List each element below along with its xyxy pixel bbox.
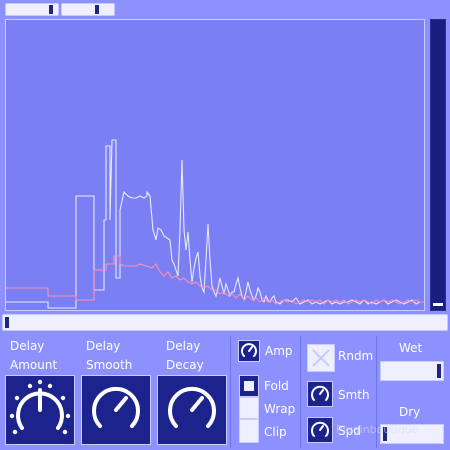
watermark: Pluginboutique [336,423,419,436]
amp-label: Amp [265,344,293,358]
clip-label: Clip [264,425,287,439]
wrap-label: Wrap [264,402,296,416]
delay-smooth-knob[interactable] [81,375,151,445]
wet-slider[interactable] [380,361,444,381]
panel-divider-2 [300,336,301,448]
meter-peak-indicator [433,303,443,306]
output-level-meter [430,19,446,311]
wrap-option[interactable] [239,397,259,419]
spectrum-graph [6,139,424,309]
panel-divider-1 [230,336,231,448]
delay-smooth-label: Delay Smooth [86,339,133,372]
speed-knob[interactable] [307,417,333,443]
smooth-knob[interactable] [307,381,333,407]
wet-label: Wet [399,341,423,355]
top-slider-2-thumb[interactable] [95,5,99,14]
fold-label: Fold [264,379,289,393]
spectrum-trace-white [6,139,424,309]
fold-indicator [244,381,254,391]
wet-slider-thumb[interactable] [437,364,441,378]
random-toggle[interactable] [307,344,335,372]
knob-dial-icon [92,386,140,428]
knob-dial-icon [241,343,257,357]
frequency-slider-thumb[interactable] [5,317,9,328]
close-x-icon [312,349,330,367]
knob-dial-icon [168,386,216,428]
knob-dial-icon [9,379,71,435]
smth-label: Smth [338,388,370,402]
delay-decay-knob[interactable] [157,375,227,445]
rndm-label: Rndm [338,349,374,363]
delay-amount-label: Delay Amount [10,339,58,372]
delay-decay-label: Delay Decay [166,339,204,372]
knob-dial-icon [311,421,329,437]
knob-dial-icon [311,385,329,401]
spectrum-trace-pink [6,255,424,305]
top-slider-2[interactable] [61,3,115,16]
spectrum-display [5,19,425,311]
dry-label: Dry [399,405,421,419]
fold-option[interactable] [239,375,259,397]
amp-knob[interactable] [238,340,260,362]
top-slider-1-thumb[interactable] [49,5,53,14]
delay-amount-knob[interactable] [5,375,75,445]
top-slider-1[interactable] [5,3,59,16]
frequency-slider[interactable] [2,314,448,331]
clip-option[interactable] [239,419,259,443]
